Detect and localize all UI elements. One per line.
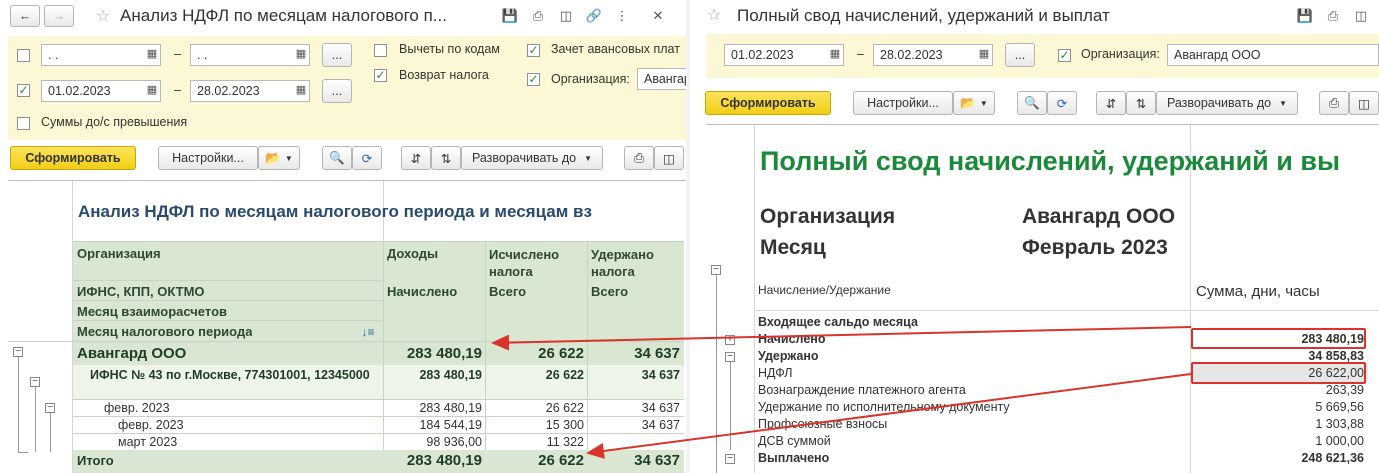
annotation-arrows <box>491 326 1192 459</box>
arrow-accrued <box>491 326 1192 351</box>
arrow-ndfl <box>586 373 1192 459</box>
